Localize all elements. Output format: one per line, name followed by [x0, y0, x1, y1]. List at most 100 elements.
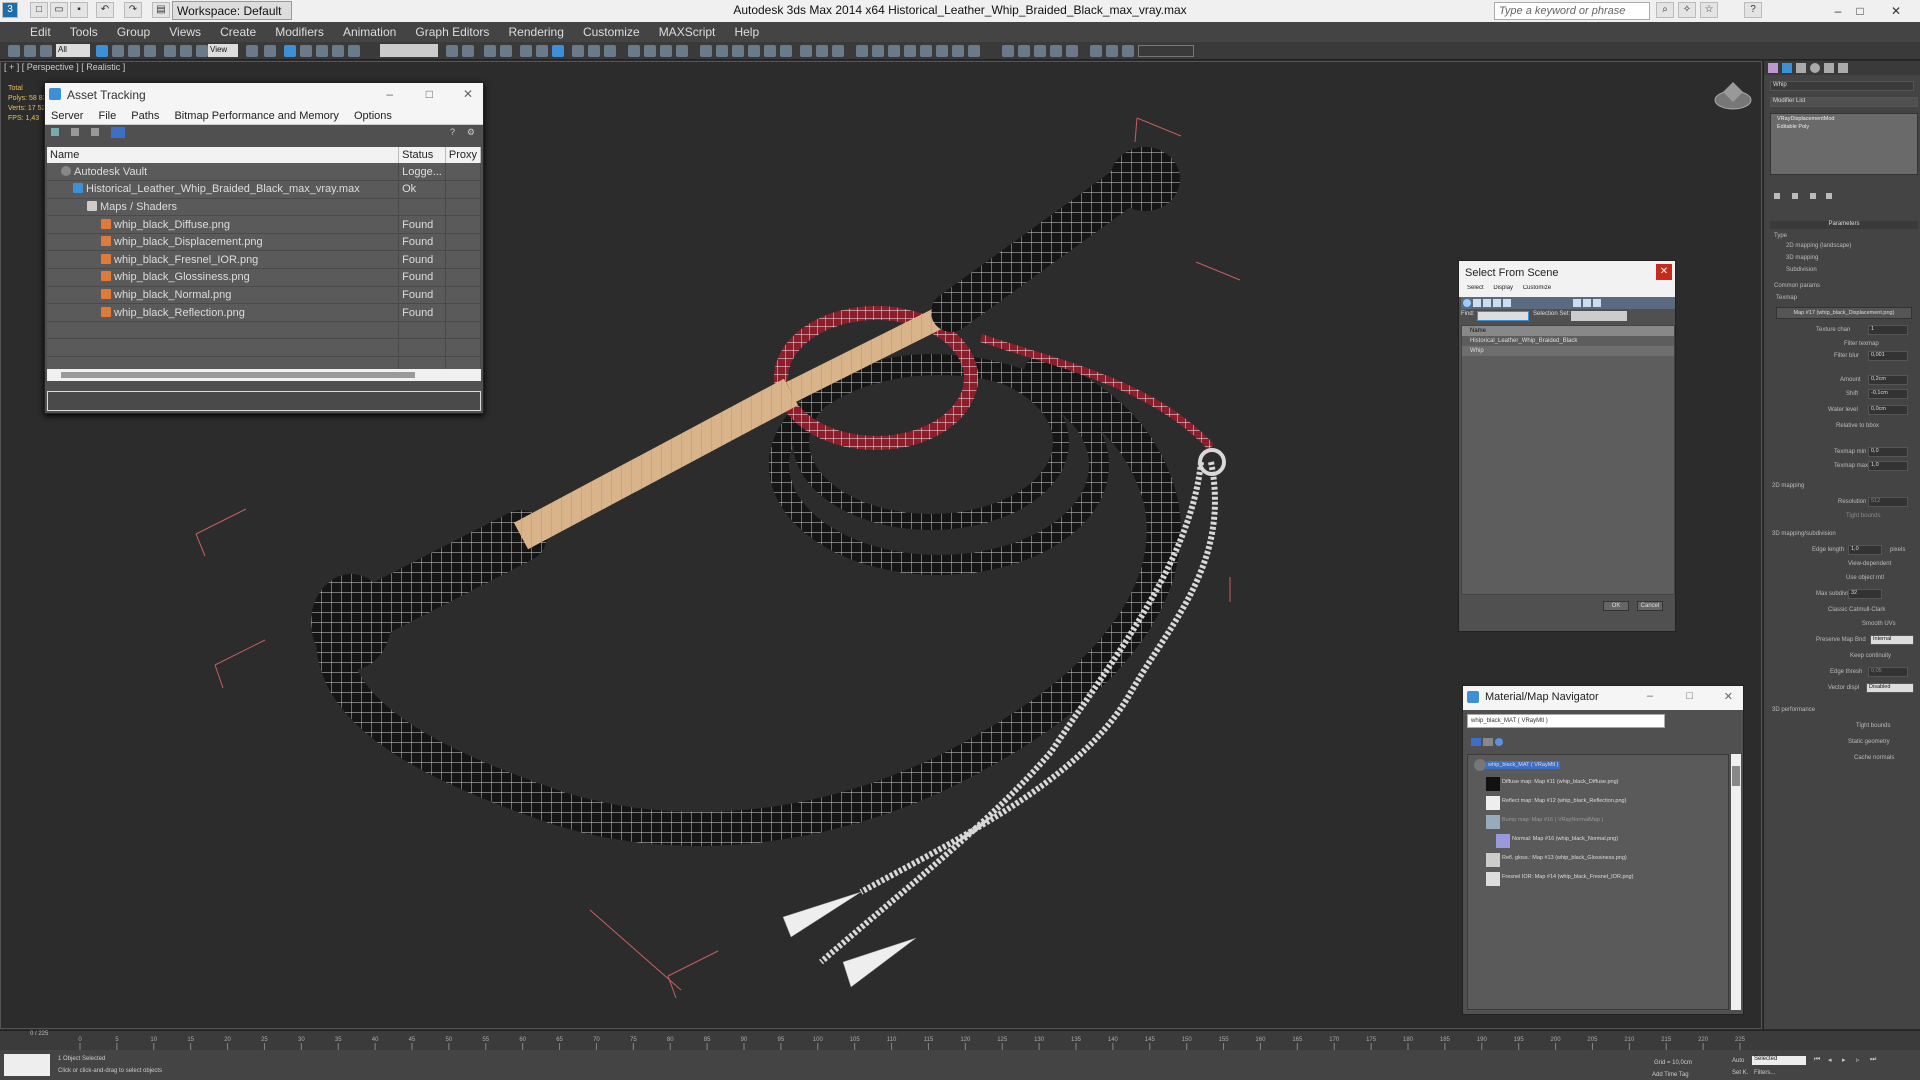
- mirror-icon[interactable]: [446, 45, 458, 57]
- window-crossing-icon[interactable]: [144, 45, 156, 57]
- curve-editor-icon[interactable]: [520, 45, 532, 57]
- vray-bake-icon[interactable]: [1034, 45, 1046, 57]
- vray-render-icon[interactable]: [904, 45, 916, 57]
- menu-help[interactable]: Help: [726, 22, 767, 42]
- rectangle-selection-icon[interactable]: [128, 45, 140, 57]
- vray-hair-icon[interactable]: [1106, 45, 1118, 57]
- keep-continuity-checkbox[interactable]: Keep continuity: [1850, 653, 1891, 659]
- asset-minimize-button[interactable]: –: [386, 87, 393, 101]
- menu-customize[interactable]: Customize: [575, 22, 648, 42]
- tree-item-normal[interactable]: Normal: Map #16 (whip_black_Normal.png): [1512, 836, 1618, 842]
- menu-graph-editors[interactable]: Graph Editors: [407, 22, 497, 42]
- named-selection-set-dropdown[interactable]: [380, 44, 438, 57]
- vector-displ-dropdown[interactable]: Disabled: [1866, 683, 1914, 693]
- material-editor-icon[interactable]: [552, 45, 564, 57]
- vray-ipr-icon[interactable]: [920, 45, 932, 57]
- sfs-menu-select[interactable]: Select: [1467, 285, 1484, 291]
- filter-blur-input[interactable]: 0,001: [1868, 351, 1908, 361]
- matnav-material-field[interactable]: whip_black_MAT ( VRayMtl ): [1467, 714, 1665, 728]
- unlink-icon[interactable]: [24, 45, 36, 57]
- sfs-selection-set-dropdown[interactable]: [1571, 311, 1627, 321]
- sfs-menu-customize[interactable]: Customize: [1523, 285, 1551, 291]
- resolution-input[interactable]: 512: [1868, 497, 1908, 507]
- align-icon[interactable]: [462, 45, 474, 57]
- sfs-menu-display[interactable]: Display: [1493, 285, 1513, 291]
- search-input[interactable]: Type a keyword or phrase: [1494, 2, 1650, 20]
- utilities-tab-icon[interactable]: [1838, 63, 1848, 73]
- add-time-tag-button[interactable]: Add Time Tag: [1652, 1072, 1689, 1078]
- modifier-list-dropdown[interactable]: Modifier List: [1770, 97, 1918, 107]
- timeline[interactable]: 0 5 10 15 20 25 30 35 40 45 50 55 60 65 70 75 80 85 90 95 10…: [0, 1030, 1920, 1050]
- key-filter-dropdown[interactable]: Selected: [1752, 1056, 1806, 1065]
- tight-bounds-checkbox[interactable]: Tight bounds: [1856, 723, 1890, 729]
- edit-named-selection-icon[interactable]: [348, 45, 360, 57]
- binoculars-icon[interactable]: ⌕: [1656, 2, 1674, 18]
- sfs-cancel-button[interactable]: Cancel: [1637, 601, 1663, 611]
- rotate-icon[interactable]: [180, 45, 192, 57]
- vray-material-icon[interactable]: [832, 45, 844, 57]
- table-row[interactable]: whip_black_Glossiness.png Found: [47, 268, 482, 287]
- display-geometry-icon[interactable]: [1463, 299, 1471, 307]
- maxscript-listener-mini[interactable]: [4, 1054, 50, 1076]
- edge-length-input[interactable]: 1,0: [1848, 545, 1882, 555]
- select-object-icon[interactable]: [96, 45, 108, 57]
- vray-frame-buffer-icon[interactable]: [644, 45, 656, 57]
- select-from-scene-titlebar[interactable]: Select From Scene ✕: [1459, 261, 1675, 285]
- vray-dome-icon[interactable]: [764, 45, 776, 57]
- vray-color-icon[interactable]: [1018, 45, 1030, 57]
- classic-cc-checkbox[interactable]: Classic Catmull-Clark: [1828, 607, 1885, 613]
- max-subdivs-input[interactable]: 32: [1848, 589, 1882, 599]
- tree-item-reflect[interactable]: Reflect map: Map #12 (whip_black_Reflect…: [1502, 798, 1626, 804]
- vray-extra-icon[interactable]: [1122, 45, 1134, 57]
- pivot-center-icon[interactable]: [246, 45, 258, 57]
- list-item[interactable]: Whip: [1462, 346, 1674, 356]
- angle-snap-icon[interactable]: [300, 45, 312, 57]
- asset-menu-options[interactable]: Options: [348, 107, 398, 125]
- select-invert-icon[interactable]: [1593, 299, 1601, 307]
- show-end-result-icon[interactable]: [1792, 193, 1798, 199]
- display-cameras-icon[interactable]: [1493, 299, 1501, 307]
- move-icon[interactable]: [164, 45, 176, 57]
- render-setup-icon[interactable]: [572, 45, 584, 57]
- select-all-icon[interactable]: [1573, 299, 1581, 307]
- asset-menu-server[interactable]: Server: [45, 107, 89, 125]
- vray-plane-icon[interactable]: [732, 45, 744, 57]
- vray-help-icon[interactable]: [968, 45, 980, 57]
- vray-sphere-icon[interactable]: [676, 45, 688, 57]
- close-button[interactable]: ✕: [1876, 1, 1916, 21]
- reference-coordinate-dropdown[interactable]: View: [208, 44, 238, 57]
- column-name[interactable]: Name: [47, 147, 400, 163]
- sfs-ok-button[interactable]: OK: [1603, 601, 1629, 611]
- schematic-view-icon[interactable]: [536, 45, 548, 57]
- go-to-start-icon[interactable]: ⏮: [1814, 1056, 1820, 1064]
- set-key-button[interactable]: Set K.: [1732, 1070, 1748, 1076]
- vray-toolbar-icon[interactable]: [628, 45, 640, 57]
- view-dependent-checkbox[interactable]: View-dependent: [1848, 561, 1891, 567]
- pin-stack-icon[interactable]: [1774, 193, 1780, 199]
- amount-input[interactable]: 0,2cm: [1868, 375, 1908, 385]
- menu-rendering[interactable]: Rendering: [501, 22, 572, 42]
- tools-icon[interactable]: ✧: [1678, 2, 1696, 18]
- stack-item[interactable]: VRayDisplacementMod: [1771, 114, 1917, 124]
- vray-scene-converter-icon[interactable]: [1002, 45, 1014, 57]
- object-name-field[interactable]: Whip: [1770, 81, 1914, 91]
- matnav-scrollbar[interactable]: [1731, 754, 1741, 1010]
- spinner-snap-icon[interactable]: [332, 45, 344, 57]
- horizontal-scrollbar[interactable]: [47, 369, 481, 381]
- asset-menu-paths[interactable]: Paths: [125, 107, 165, 125]
- graphite-ribbon-icon[interactable]: [500, 45, 512, 57]
- cache-normals-checkbox[interactable]: Cache normals: [1854, 755, 1894, 761]
- menu-tools[interactable]: Tools: [62, 22, 106, 42]
- preserve-map-bnd-dropdown[interactable]: Internal: [1870, 635, 1914, 645]
- list-view-icon[interactable]: [71, 128, 79, 136]
- star-icon[interactable]: ☆: [1700, 2, 1718, 18]
- vray-settings-icon[interactable]: [952, 45, 964, 57]
- motion-tab-icon[interactable]: [1810, 63, 1820, 73]
- tree-view-icon[interactable]: [91, 128, 99, 136]
- sfs-list-header[interactable]: Name: [1462, 326, 1674, 336]
- tight-bounds-2d-label[interactable]: Tight bounds: [1846, 513, 1880, 519]
- layer-manager-icon[interactable]: [484, 45, 496, 57]
- go-to-end-icon[interactable]: ⏭: [1870, 1056, 1876, 1064]
- table-row[interactable]: whip_black_Reflection.png Found: [47, 303, 482, 322]
- table-row[interactable]: whip_black_Displacement.png Found: [47, 233, 482, 252]
